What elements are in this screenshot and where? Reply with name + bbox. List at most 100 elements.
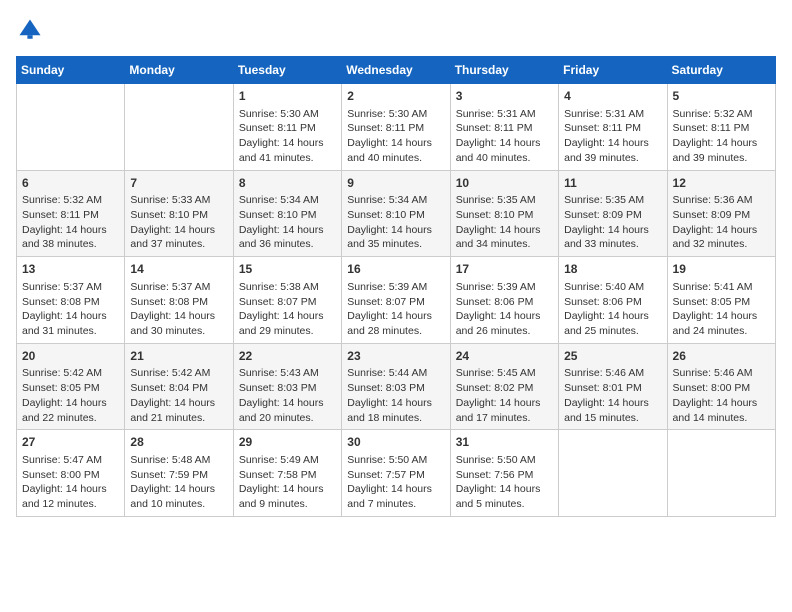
calendar-cell: 26Sunrise: 5:46 AMSunset: 8:00 PMDayligh… — [667, 343, 775, 430]
day-content: Sunrise: 5:42 AMSunset: 8:05 PMDaylight:… — [22, 366, 119, 425]
header-day-friday: Friday — [559, 57, 667, 84]
day-number: 9 — [347, 175, 444, 192]
week-row-5: 27 Sunrise: 5:47 AMSunset: 8:00 PMDayligh… — [17, 430, 776, 517]
day-number: 5 — [673, 88, 770, 105]
day-content: Sunrise: 5:45 AMSunset: 8:02 PMDaylight:… — [456, 366, 553, 425]
header — [16, 16, 776, 44]
calendar-cell: 1Sunrise: 5:30 AMSunset: 8:11 PMDaylight… — [233, 84, 341, 171]
calendar-cell: 21Sunrise: 5:42 AMSunset: 8:04 PMDayligh… — [125, 343, 233, 430]
day-content: Sunrise: 5:48 AMSunset: 7:59 PMDaylight:… — [130, 453, 227, 512]
header-day-wednesday: Wednesday — [342, 57, 450, 84]
header-day-tuesday: Tuesday — [233, 57, 341, 84]
header-day-monday: Monday — [125, 57, 233, 84]
calendar-cell: 15 Sunrise: 5:38 AMSunset: 8:07 PMDayligh… — [233, 257, 341, 344]
calendar-table: SundayMondayTuesdayWednesdayThursdayFrid… — [16, 56, 776, 517]
week-row-3: 13 Sunrise: 5:37 AMSunset: 8:08 PMDayligh… — [17, 257, 776, 344]
day-content: Sunrise: 5:46 AMSunset: 8:01 PMDaylight:… — [564, 366, 661, 425]
day-number: 1 — [239, 88, 336, 105]
day-number: 4 — [564, 88, 661, 105]
day-number: 19 — [673, 261, 770, 278]
day-content: Sunrise: 5:31 AMSunset: 8:11 PMDaylight:… — [564, 107, 661, 166]
calendar-cell: 2Sunrise: 5:30 AMSunset: 8:11 PMDaylight… — [342, 84, 450, 171]
day-number: 16 — [347, 261, 444, 278]
day-number: 18 — [564, 261, 661, 278]
day-number: 24 — [456, 348, 553, 365]
day-number: 29 — [239, 434, 336, 451]
calendar-cell: 3 Sunrise: 5:31 AMSunset: 8:11 PMDaylight… — [450, 84, 558, 171]
day-content: Sunrise: 5:38 AMSunset: 8:07 PMDaylight:… — [239, 280, 336, 339]
calendar-cell: 24Sunrise: 5:45 AMSunset: 8:02 PMDayligh… — [450, 343, 558, 430]
day-number: 12 — [673, 175, 770, 192]
day-number: 28 — [130, 434, 227, 451]
day-content: Sunrise: 5:37 AMSunset: 8:08 PMDaylight:… — [22, 280, 119, 339]
day-content: Sunrise: 5:30 AMSunset: 8:11 PMDaylight:… — [347, 107, 444, 166]
calendar-cell: 31 Sunrise: 5:50 AMSunset: 7:56 PMDayligh… — [450, 430, 558, 517]
day-number: 6 — [22, 175, 119, 192]
week-row-1: 1 Sunrise: 5:30 AMSunset: 8:11 PMDaylight… — [17, 84, 776, 171]
day-content: Sunrise: 5:40 AMSunset: 8:06 PMDaylight:… — [564, 280, 661, 339]
calendar-cell: 25Sunrise: 5:46 AMSunset: 8:01 PMDayligh… — [559, 343, 667, 430]
day-number: 15 — [239, 261, 336, 278]
calendar-cell: 10Sunrise: 5:35 AMSunset: 8:10 PMDayligh… — [450, 170, 558, 257]
calendar-cell: 14 Sunrise: 5:37 AMSunset: 8:08 PMDayligh… — [125, 257, 233, 344]
logo-icon — [16, 16, 44, 44]
day-content: Sunrise: 5:37 AMSunset: 8:08 PMDaylight:… — [130, 280, 227, 339]
calendar-cell — [667, 430, 775, 517]
day-number: 14 — [130, 261, 227, 278]
week-row-2: 6Sunrise: 5:32 AMSunset: 8:11 PMDaylight… — [17, 170, 776, 257]
day-content: Sunrise: 5:33 AMSunset: 8:10 PMDaylight:… — [130, 193, 227, 252]
calendar-cell: 23Sunrise: 5:44 AMSunset: 8:03 PMDayligh… — [342, 343, 450, 430]
day-number: 22 — [239, 348, 336, 365]
calendar-cell: 17Sunrise: 5:39 AMSunset: 8:06 PMDayligh… — [450, 257, 558, 344]
header-row: SundayMondayTuesdayWednesdayThursdayFrid… — [17, 57, 776, 84]
day-number: 17 — [456, 261, 553, 278]
calendar-cell: 28 Sunrise: 5:48 AMSunset: 7:59 PMDayligh… — [125, 430, 233, 517]
calendar-cell: 11Sunrise: 5:35 AMSunset: 8:09 PMDayligh… — [559, 170, 667, 257]
day-content: Sunrise: 5:31 AMSunset: 8:11 PMDaylight:… — [456, 107, 553, 166]
calendar-cell: 22Sunrise: 5:43 AMSunset: 8:03 PMDayligh… — [233, 343, 341, 430]
calendar-cell: 5 Sunrise: 5:32 AMSunset: 8:11 PMDaylight… — [667, 84, 775, 171]
calendar-body: 1 Sunrise: 5:30 AMSunset: 8:11 PMDaylight… — [17, 84, 776, 517]
calendar-cell: 29Sunrise: 5:49 AMSunset: 7:58 PMDayligh… — [233, 430, 341, 517]
day-content: Sunrise: 5:44 AMSunset: 8:03 PMDaylight:… — [347, 366, 444, 425]
day-number: 23 — [347, 348, 444, 365]
day-content: Sunrise: 5:50 AMSunset: 7:57 PMDaylight:… — [347, 453, 444, 512]
day-number: 25 — [564, 348, 661, 365]
day-number: 31 — [456, 434, 553, 451]
calendar-cell: 19 Sunrise: 5:41 AMSunset: 8:05 PMDayligh… — [667, 257, 775, 344]
day-number: 13 — [22, 261, 119, 278]
day-number: 7 — [130, 175, 227, 192]
calendar-cell: 12Sunrise: 5:36 AMSunset: 8:09 PMDayligh… — [667, 170, 775, 257]
calendar-header: SundayMondayTuesdayWednesdayThursdayFrid… — [17, 57, 776, 84]
calendar-cell — [125, 84, 233, 171]
day-content: Sunrise: 5:35 AMSunset: 8:09 PMDaylight:… — [564, 193, 661, 252]
day-content: Sunrise: 5:32 AMSunset: 8:11 PMDaylight:… — [673, 107, 770, 166]
day-content: Sunrise: 5:46 AMSunset: 8:00 PMDaylight:… — [673, 366, 770, 425]
calendar-cell: 18 Sunrise: 5:40 AMSunset: 8:06 PMDayligh… — [559, 257, 667, 344]
day-number: 10 — [456, 175, 553, 192]
day-content: Sunrise: 5:42 AMSunset: 8:04 PMDaylight:… — [130, 366, 227, 425]
calendar-cell: 30 Sunrise: 5:50 AMSunset: 7:57 PMDayligh… — [342, 430, 450, 517]
header-day-thursday: Thursday — [450, 57, 558, 84]
calendar-cell: 16Sunrise: 5:39 AMSunset: 8:07 PMDayligh… — [342, 257, 450, 344]
day-number: 27 — [22, 434, 119, 451]
day-number: 30 — [347, 434, 444, 451]
calendar-cell: 9Sunrise: 5:34 AMSunset: 8:10 PMDaylight… — [342, 170, 450, 257]
day-content: Sunrise: 5:43 AMSunset: 8:03 PMDaylight:… — [239, 366, 336, 425]
calendar-cell — [559, 430, 667, 517]
calendar-cell: 7Sunrise: 5:33 AMSunset: 8:10 PMDaylight… — [125, 170, 233, 257]
calendar-cell: 8Sunrise: 5:34 AMSunset: 8:10 PMDaylight… — [233, 170, 341, 257]
header-day-sunday: Sunday — [17, 57, 125, 84]
day-number: 3 — [456, 88, 553, 105]
calendar-cell: 13 Sunrise: 5:37 AMSunset: 8:08 PMDayligh… — [17, 257, 125, 344]
logo — [16, 16, 48, 44]
day-number: 21 — [130, 348, 227, 365]
day-content: Sunrise: 5:47 AMSunset: 8:00 PMDaylight:… — [22, 453, 119, 512]
header-day-saturday: Saturday — [667, 57, 775, 84]
day-content: Sunrise: 5:34 AMSunset: 8:10 PMDaylight:… — [239, 193, 336, 252]
day-content: Sunrise: 5:50 AMSunset: 7:56 PMDaylight:… — [456, 453, 553, 512]
day-number: 8 — [239, 175, 336, 192]
day-number: 26 — [673, 348, 770, 365]
day-content: Sunrise: 5:41 AMSunset: 8:05 PMDaylight:… — [673, 280, 770, 339]
day-content: Sunrise: 5:35 AMSunset: 8:10 PMDaylight:… — [456, 193, 553, 252]
